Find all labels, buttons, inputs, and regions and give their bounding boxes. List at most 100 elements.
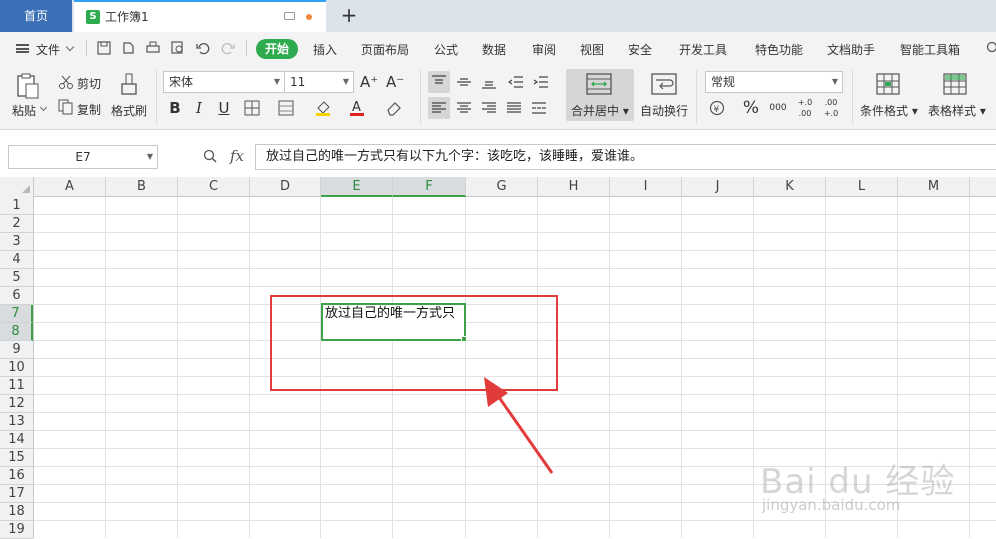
column-header[interactable]: C xyxy=(178,177,250,197)
menu-security[interactable]: 安全 xyxy=(628,41,652,58)
eraser-icon[interactable] xyxy=(386,100,402,116)
monitor-icon[interactable] xyxy=(284,12,295,20)
paste-icon[interactable] xyxy=(16,72,40,100)
increase-decimal-button[interactable]: +.0 .00 xyxy=(793,97,817,115)
copy-button[interactable]: 复制 xyxy=(77,101,101,118)
menu-page-layout[interactable]: 页面布局 xyxy=(361,41,409,58)
percent-button[interactable]: % xyxy=(742,99,760,117)
underline-button[interactable]: U xyxy=(215,99,233,117)
menu-insert[interactable]: 插入 xyxy=(313,41,337,58)
auto-wrap-icon[interactable] xyxy=(651,73,677,95)
format-painter-button[interactable]: 格式刷 xyxy=(111,102,147,119)
paste-button[interactable]: 粘贴 xyxy=(12,102,36,119)
menu-formulas[interactable]: 公式 xyxy=(434,41,458,58)
fill-pattern-icon[interactable] xyxy=(278,100,294,116)
tab-home[interactable]: 首页 xyxy=(0,0,72,32)
column-header[interactable]: A xyxy=(34,177,106,197)
row-header[interactable]: 1 xyxy=(0,197,33,215)
print-preview-icon[interactable] xyxy=(171,41,185,55)
row-header-selected[interactable]: 8 xyxy=(0,323,33,341)
menu-view[interactable]: 视图 xyxy=(580,41,604,58)
currency-icon[interactable]: ¥ xyxy=(709,100,725,116)
align-bottom-icon[interactable] xyxy=(481,74,497,90)
save-icon[interactable] xyxy=(97,41,111,55)
bold-button[interactable]: B xyxy=(166,99,184,117)
row-header-selected[interactable]: 7 xyxy=(0,305,33,323)
row-header[interactable]: 5 xyxy=(0,269,33,287)
row-header[interactable]: 9 xyxy=(0,341,33,359)
column-header[interactable]: B xyxy=(106,177,178,197)
menu-developer[interactable]: 开发工具 xyxy=(679,41,727,58)
row-header[interactable]: 10 xyxy=(0,359,33,377)
increase-indent-icon[interactable] xyxy=(533,74,549,90)
copy-icon[interactable] xyxy=(58,99,74,115)
decrease-decimal-button[interactable]: .00 +.0 xyxy=(819,97,843,115)
auto-wrap-button[interactable]: 自动换行 xyxy=(640,102,688,119)
cut-button[interactable]: 剪切 xyxy=(77,75,101,92)
distributed-align-icon[interactable] xyxy=(531,100,547,116)
fill-color-icon[interactable] xyxy=(314,99,332,117)
conditional-format-icon[interactable] xyxy=(876,73,900,95)
name-box[interactable]: E7▼ xyxy=(8,145,158,169)
row-header[interactable]: 2 xyxy=(0,215,33,233)
column-header-selected[interactable]: F xyxy=(393,177,466,197)
add-tab-button[interactable]: + xyxy=(338,3,360,27)
column-header[interactable]: H xyxy=(538,177,610,197)
row-header[interactable]: 11 xyxy=(0,377,33,395)
row-header[interactable]: 12 xyxy=(0,395,33,413)
menu-file[interactable]: 文件 xyxy=(36,41,60,58)
redo-icon[interactable] xyxy=(221,41,235,55)
formula-input[interactable]: 放过自己的唯一方式只有以下九个字：该吃吃，该睡睡，爱谁谁。 xyxy=(255,144,996,170)
menu-start[interactable]: 开始 xyxy=(256,39,298,59)
border-icon[interactable] xyxy=(244,100,260,116)
number-format-select[interactable]: 常规▼ xyxy=(705,71,843,93)
font-size-select[interactable]: 11▼ xyxy=(284,71,354,93)
row-header[interactable]: 13 xyxy=(0,413,33,431)
hamburger-icon[interactable] xyxy=(16,44,29,53)
export-icon[interactable] xyxy=(121,41,135,55)
row-header[interactable]: 15 xyxy=(0,449,33,467)
row-header[interactable]: 6 xyxy=(0,287,33,305)
decrease-indent-icon[interactable] xyxy=(508,74,524,90)
zoom-icon[interactable] xyxy=(203,149,217,163)
search-icon[interactable] xyxy=(986,41,996,55)
select-all-corner[interactable] xyxy=(0,177,34,197)
insert-function-icon[interactable]: fx xyxy=(230,147,244,165)
row-header[interactable]: 18 xyxy=(0,503,33,521)
conditional-format-button[interactable]: 条件格式 ▾ xyxy=(860,102,918,119)
align-center-icon[interactable] xyxy=(456,100,472,116)
menu-review[interactable]: 审阅 xyxy=(532,41,556,58)
column-header[interactable]: G xyxy=(466,177,538,197)
print-icon[interactable] xyxy=(146,41,160,55)
undo-icon[interactable] xyxy=(196,41,210,55)
row-header[interactable]: 4 xyxy=(0,251,33,269)
column-header[interactable]: D xyxy=(250,177,321,197)
font-name-select[interactable]: 宋体▼ xyxy=(163,71,285,93)
table-style-icon[interactable] xyxy=(943,73,967,95)
font-color-icon[interactable]: A xyxy=(349,99,365,117)
scissors-icon[interactable] xyxy=(58,74,74,90)
column-header[interactable]: J xyxy=(682,177,754,197)
table-style-button[interactable]: 表格样式 ▾ xyxy=(928,102,986,119)
tab-workbook[interactable]: S 工作簿1 xyxy=(74,0,326,32)
menu-special-features[interactable]: 特色功能 xyxy=(755,41,803,58)
column-header[interactable]: K xyxy=(754,177,826,197)
menu-doc-assistant[interactable]: 文档助手 xyxy=(827,41,875,58)
menu-data[interactable]: 数据 xyxy=(482,41,506,58)
column-header[interactable]: M xyxy=(898,177,970,197)
column-header[interactable]: I xyxy=(610,177,682,197)
grow-font-button[interactable]: A⁺ xyxy=(360,73,378,91)
row-header[interactable]: 19 xyxy=(0,521,33,539)
format-painter-icon[interactable] xyxy=(118,72,140,98)
row-header[interactable]: 16 xyxy=(0,467,33,485)
shrink-font-button[interactable]: A⁻ xyxy=(386,73,404,91)
row-header[interactable]: 3 xyxy=(0,233,33,251)
row-header[interactable]: 14 xyxy=(0,431,33,449)
thousands-separator-button[interactable]: 000 xyxy=(766,99,790,117)
align-right-icon[interactable] xyxy=(481,100,497,116)
spreadsheet-grid[interactable]: A B C D E F G H I J K L M 1 2 3 4 5 6 7 … xyxy=(0,177,996,538)
italic-button[interactable]: I xyxy=(190,99,208,117)
align-middle-icon[interactable] xyxy=(456,74,472,90)
justify-icon[interactable] xyxy=(506,100,522,116)
column-header-selected[interactable]: E xyxy=(321,177,393,197)
